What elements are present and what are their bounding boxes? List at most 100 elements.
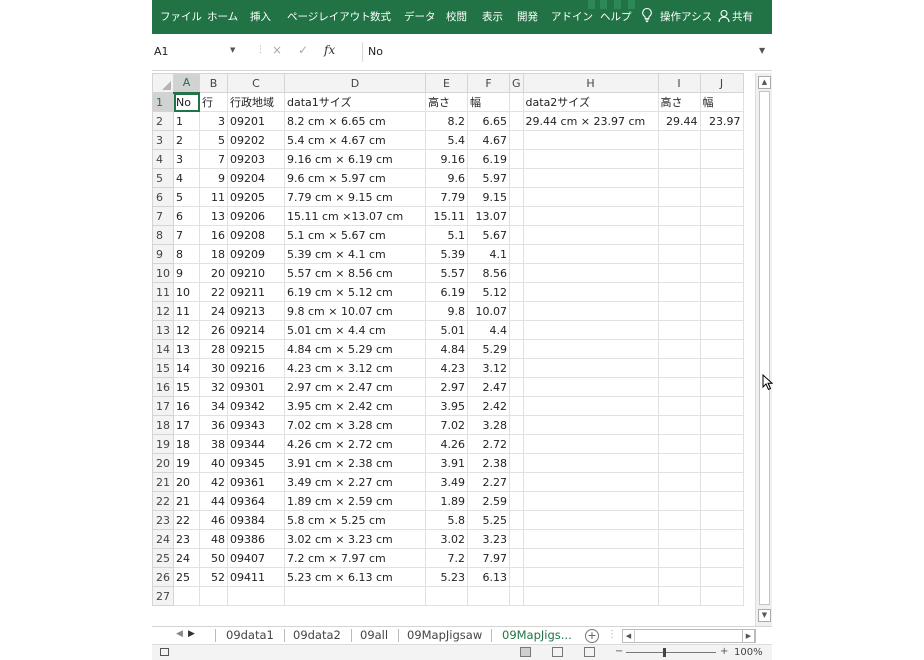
cell-b[interactable]: 26 <box>199 320 228 340</box>
formula-input[interactable]: No <box>362 42 757 62</box>
cell-e[interactable] <box>425 586 468 606</box>
cell-f[interactable]: 5.67 <box>467 225 510 245</box>
ribbon-tab-file[interactable]: ファイル <box>160 9 202 24</box>
cell-a[interactable] <box>173 586 200 606</box>
cell-g[interactable] <box>509 434 524 454</box>
cell-j[interactable] <box>699 396 744 416</box>
sheet-nav-prev-icon[interactable]: ◀ <box>176 629 183 639</box>
cell-b[interactable]: 48 <box>199 529 228 549</box>
ribbon-tab-formulas[interactable]: 数式 <box>370 9 391 24</box>
cell-c[interactable]: 09216 <box>227 358 285 378</box>
cell-a[interactable]: 18 <box>173 434 200 454</box>
sheet-nav-next-icon[interactable]: ▶ <box>188 629 195 639</box>
row-header[interactable]: 10 <box>152 263 174 283</box>
cell-g[interactable] <box>509 206 524 226</box>
cell-a[interactable]: 11 <box>173 301 200 321</box>
cell-j[interactable] <box>699 225 744 245</box>
cell-d[interactable]: 3.95 cm × 2.42 cm <box>284 396 426 416</box>
cell-i[interactable] <box>657 586 701 606</box>
row-header[interactable]: 6 <box>152 187 174 207</box>
cell-a[interactable]: 14 <box>173 358 200 378</box>
cell-f[interactable]: 2.27 <box>467 472 510 492</box>
cell-b[interactable]: 46 <box>199 510 228 530</box>
cell-e[interactable]: 4.26 <box>425 434 468 454</box>
cell-j[interactable] <box>699 377 744 397</box>
sheet-tab-09data1[interactable]: 09data1 <box>226 627 274 644</box>
sheet-tab-09mapjigsaw-2[interactable]: 09MapJigs... <box>502 627 572 644</box>
cell-c[interactable]: 09210 <box>227 263 285 283</box>
cell-i[interactable] <box>657 396 701 416</box>
cell-d[interactable]: 3.91 cm × 2.38 cm <box>284 453 426 473</box>
column-header-j[interactable]: J <box>699 73 744 93</box>
cell-f[interactable]: 5.12 <box>467 282 510 302</box>
chevron-down-icon[interactable]: ▼ <box>759 46 765 55</box>
cell-g[interactable] <box>509 320 524 340</box>
cell-f[interactable]: 3.12 <box>467 358 510 378</box>
cell-j[interactable] <box>699 472 744 492</box>
cell-b[interactable]: 11 <box>199 187 228 207</box>
cell-g[interactable] <box>509 149 524 169</box>
row-header[interactable]: 22 <box>152 491 174 511</box>
cell-h[interactable] <box>522 396 659 416</box>
cell-e[interactable]: 5.8 <box>425 510 468 530</box>
cell-c[interactable]: 09342 <box>227 396 285 416</box>
cell-d[interactable]: 5.23 cm × 6.13 cm <box>284 567 426 587</box>
cell-i[interactable] <box>657 301 701 321</box>
zoom-level[interactable]: 100% <box>734 647 763 658</box>
cell-e[interactable]: 高さ <box>425 92 468 112</box>
cell-h[interactable] <box>522 187 659 207</box>
cell-e[interactable]: 5.57 <box>425 263 468 283</box>
scroll-left-icon[interactable]: ◀ <box>623 630 635 642</box>
cell-f[interactable]: 5.25 <box>467 510 510 530</box>
cell-i[interactable] <box>657 453 701 473</box>
cell-j[interactable] <box>699 244 744 264</box>
cell-j[interactable] <box>699 434 744 454</box>
cell-a[interactable]: 25 <box>173 567 200 587</box>
vertical-scrollbar[interactable]: ▲ ▼ <box>755 73 772 626</box>
row-header[interactable]: 13 <box>152 320 174 340</box>
cell-a[interactable]: 4 <box>173 168 200 188</box>
ribbon-tab-developer[interactable]: 開発 <box>517 9 538 24</box>
cell-j[interactable] <box>699 358 744 378</box>
cell-g[interactable] <box>509 358 524 378</box>
cell-j[interactable] <box>699 149 744 169</box>
cell-h[interactable] <box>522 320 659 340</box>
cell-h[interactable] <box>522 149 659 169</box>
cell-c[interactable]: 09204 <box>227 168 285 188</box>
cell-i[interactable] <box>657 282 701 302</box>
cell-e[interactable]: 5.4 <box>425 130 468 150</box>
cell-f[interactable]: 4.67 <box>467 130 510 150</box>
cell-i[interactable] <box>657 567 701 587</box>
macro-record-icon[interactable] <box>160 648 169 656</box>
sheet-tab-09all[interactable]: 09all <box>360 627 388 644</box>
cell-e[interactable]: 3.49 <box>425 472 468 492</box>
row-header[interactable]: 27 <box>152 586 174 606</box>
cell-f[interactable]: 3.23 <box>467 529 510 549</box>
cell-e[interactable]: 3.91 <box>425 453 468 473</box>
cell-c[interactable]: 09209 <box>227 244 285 264</box>
cell-j[interactable] <box>699 263 744 283</box>
cell-b[interactable]: 44 <box>199 491 228 511</box>
cell-c[interactable]: 09202 <box>227 130 285 150</box>
cell-a[interactable]: 8 <box>173 244 200 264</box>
cell-f[interactable]: 3.28 <box>467 415 510 435</box>
cell-i[interactable] <box>657 434 701 454</box>
cancel-icon[interactable]: × <box>272 43 282 57</box>
cell-g[interactable] <box>509 396 524 416</box>
cell-e[interactable]: 5.1 <box>425 225 468 245</box>
cell-d[interactable]: 7.2 cm × 7.97 cm <box>284 548 426 568</box>
cell-j[interactable] <box>699 130 744 150</box>
zoom-slider-thumb[interactable] <box>663 648 666 657</box>
cell-a[interactable]: 16 <box>173 396 200 416</box>
row-header[interactable]: 8 <box>152 225 174 245</box>
cell-h[interactable] <box>522 529 659 549</box>
cell-f[interactable]: 5.97 <box>467 168 510 188</box>
cell-c[interactable]: 09407 <box>227 548 285 568</box>
cell-j[interactable] <box>699 491 744 511</box>
cell-d[interactable]: 15.11 cm ×13.07 cm <box>284 206 426 226</box>
cell-h[interactable] <box>522 225 659 245</box>
cell-c[interactable]: 09345 <box>227 453 285 473</box>
cell-a[interactable]: 9 <box>173 263 200 283</box>
cell-h[interactable] <box>522 244 659 264</box>
cell-j[interactable]: 幅 <box>699 92 744 112</box>
